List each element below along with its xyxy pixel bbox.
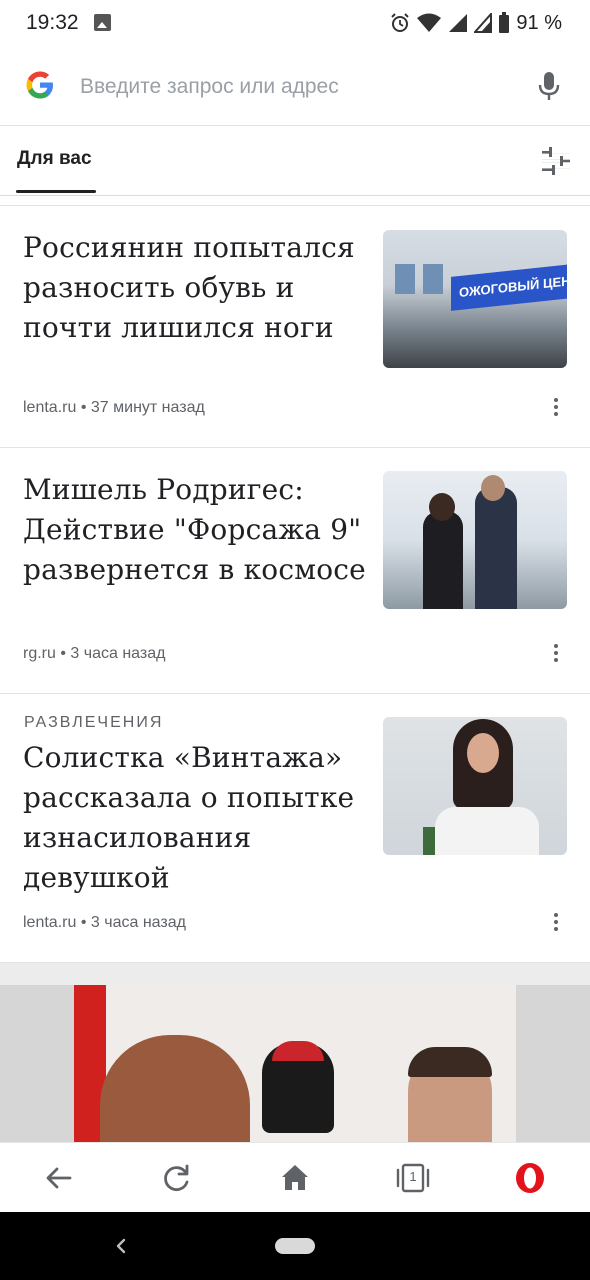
meta-separator: • [80,914,87,931]
news-time: 3 часа назад [70,645,166,662]
tab-count: 1 [409,1169,417,1184]
alarm-icon [391,13,410,32]
back-arrow-icon[interactable] [42,1161,76,1195]
opera-menu-icon[interactable] [513,1161,547,1195]
meta-separator: • [80,399,87,416]
news-time: 37 минут назад [90,399,205,416]
tabs-switcher-button[interactable]: 1 [396,1161,430,1195]
reload-icon[interactable] [160,1161,194,1195]
browser-bottom-nav: 1 [0,1142,590,1212]
news-title[interactable]: Солистка «Винтажа» рассказала о попытке … [23,738,375,898]
news-card[interactable]: Россиянин попытался разносить обувь и по… [0,206,590,448]
thumbnail-sign-text: ОЖОГОВЫЙ ЦЕН [451,263,567,311]
featured-news-image[interactable] [0,985,590,1145]
meta-separator: • [60,645,66,662]
microphone-icon[interactable] [536,70,562,102]
more-options-icon[interactable] [544,641,568,665]
feed-tabs: Для вас [0,126,590,196]
news-title[interactable]: Мишель Родригес: Действие "Форсажа 9" ра… [23,470,375,590]
status-bar: 19:32 91 % [0,0,590,46]
search-bar[interactable] [0,46,590,126]
system-back-icon[interactable] [114,1234,128,1258]
system-nav-bar [0,1212,590,1280]
active-tab-indicator [16,190,96,193]
battery-icon [499,12,510,33]
news-card[interactable]: Мишель Родригес: Действие "Форсажа 9" ра… [0,448,590,694]
news-category: РАЗВЛЕЧЕНИЯ [24,714,164,731]
news-source: lenta.ru [23,399,77,416]
news-source: lenta.ru [23,914,77,931]
home-icon[interactable] [278,1161,312,1195]
search-input[interactable] [80,72,500,102]
news-title[interactable]: Россиянин попытался разносить обувь и по… [23,228,375,348]
news-card[interactable]: РАЗВЛЕЧЕНИЯ Солистка «Винтажа» рассказал… [0,694,590,963]
system-home-pill[interactable] [275,1238,315,1254]
news-meta: lenta.ru • 37 минут назад [23,399,205,417]
status-time: 19:32 [26,11,79,34]
wifi-icon [417,13,442,32]
status-icons: 91 % [390,10,562,36]
news-thumbnail[interactable] [383,471,567,609]
more-options-icon[interactable] [544,910,568,934]
image-notification-icon [94,14,111,31]
news-thumbnail[interactable] [383,717,567,855]
feed-settings-icon[interactable] [540,147,572,175]
more-options-icon[interactable] [544,395,568,419]
news-thumbnail[interactable]: ОЖОГОВЫЙ ЦЕН [383,230,567,368]
battery-percent: 91 % [516,11,562,34]
signal-icon-2 [474,13,493,33]
news-meta: rg.ru • 3 часа назад [23,645,165,663]
news-meta: lenta.ru • 3 часа назад [23,914,186,932]
signal-icon [449,14,468,32]
news-source: rg.ru [23,645,56,662]
news-time: 3 часа назад [90,914,186,931]
tab-for-you[interactable]: Для вас [17,148,92,170]
section-divider [0,963,590,985]
google-logo-icon [26,71,53,99]
